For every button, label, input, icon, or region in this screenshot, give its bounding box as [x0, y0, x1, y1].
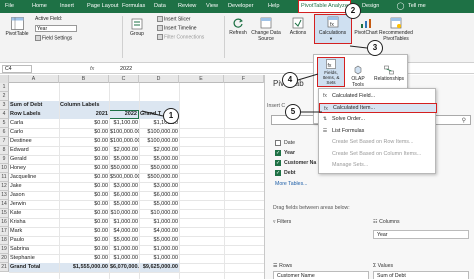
- callout-arrows: [141, 45, 368, 117]
- callout-arrow: [141, 110, 164, 117]
- callout-arrow: [349, 45, 368, 49]
- callout-arrow: [297, 73, 319, 81]
